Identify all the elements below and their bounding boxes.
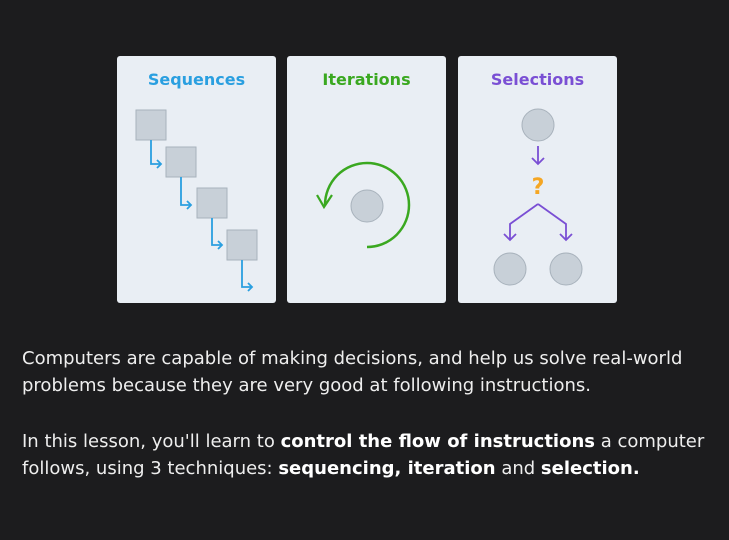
decision-branch-icon: ? <box>493 108 583 286</box>
emphasis-techniques: sequencing, iteration <box>278 458 496 479</box>
loop-icon <box>316 161 411 249</box>
question-mark-icon: ? <box>532 175 545 200</box>
intro-paragraph: Computers are capable of making decision… <box>22 348 683 396</box>
objective-paragraph: In this lesson, you'll learn to control … <box>22 431 705 479</box>
lesson-intro: Computers are capable of making decision… <box>22 345 712 482</box>
emphasis-control-flow: control the flow of instructions <box>280 431 595 452</box>
selections-card: Selections ? <box>458 56 617 303</box>
emphasis-selection: selection <box>540 458 633 479</box>
sequences-card: Sequences <box>117 56 276 303</box>
sequence-steps-icon <box>135 109 258 292</box>
concept-cards: Sequences Iterations Selections ? <box>117 56 617 304</box>
iterations-card: Iterations <box>287 56 446 303</box>
